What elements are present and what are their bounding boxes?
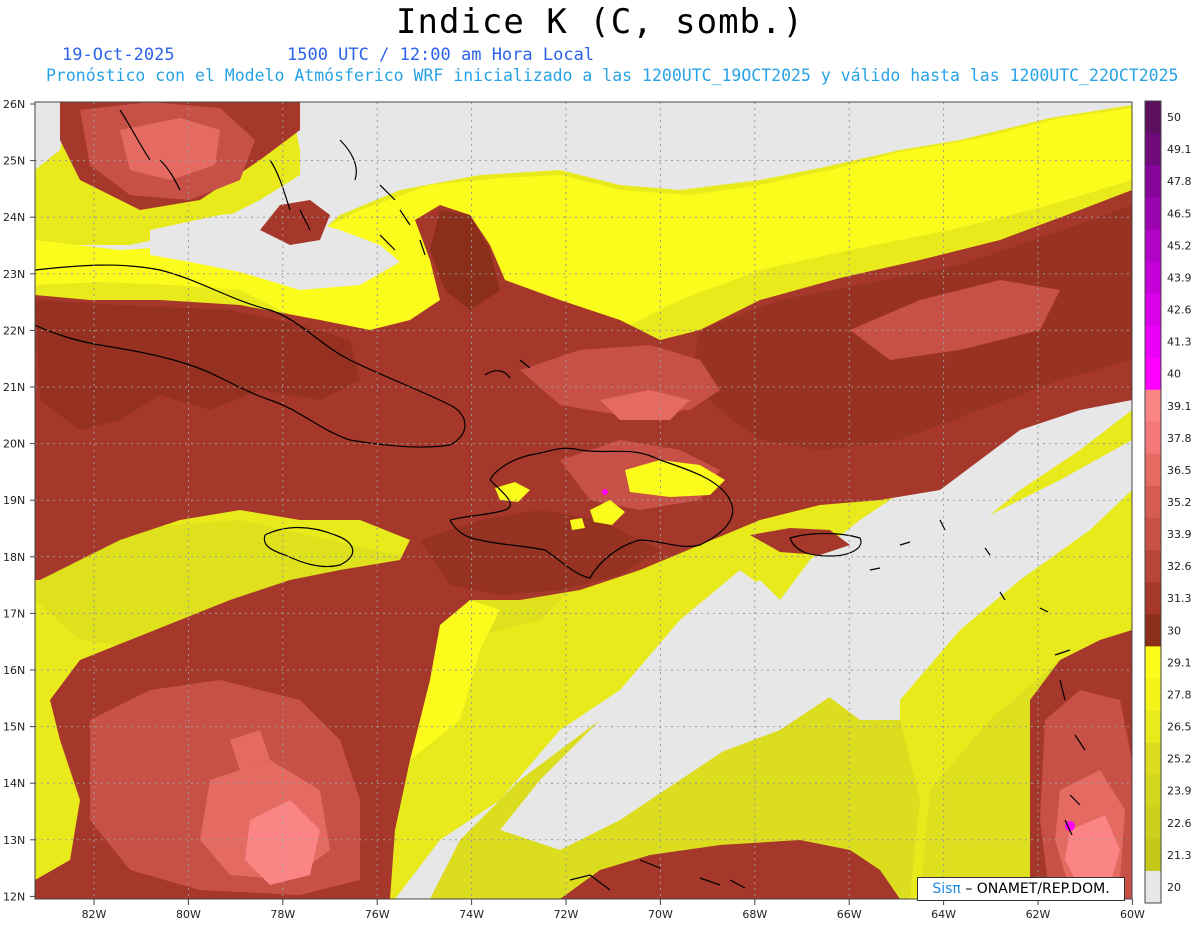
colorbar-swatch [1145,485,1161,519]
field-magenta-spot [602,489,608,495]
longitude-label: 66W [837,908,862,921]
colorbar-swatch [1145,710,1161,744]
latitude-label: 24N [3,211,25,224]
colorbar-label: 40 [1167,368,1181,381]
colorbar-swatch [1145,838,1161,872]
longitude-label: 74W [459,908,484,921]
longitude-label: 68W [742,908,767,921]
colorbar-label: 37.8 [1167,432,1192,445]
latitude-label: 17N [3,607,25,620]
colorbar-swatch [1145,133,1161,166]
colorbar-label: 30 [1167,624,1181,637]
longitude-label: 60W [1120,908,1145,921]
longitude-label: 78W [270,908,295,921]
colorbar: 50 49.1 47.8 46.5 45.2 43.9 42.6 41.3 40 39.1 37.8… [1144,100,1192,904]
longitude-labels: 82W 80W 78W 76W 74W 72W 70W 68W 66W 64W 62W 60W [82,899,1145,921]
colorbar-swatch [1145,614,1161,647]
latitude-labels: 26N 25N 24N 23N 22N 21N 20N 19N 18N 17N 16N 15N 14N 1… [3,98,35,903]
latitude-label: 14N [3,777,25,790]
colorbar-swatch [1145,293,1161,327]
colorbar-label: 32.6 [1167,560,1192,573]
colorbar-label: 43.9 [1167,271,1192,284]
colorbar-swatch [1145,774,1161,808]
colorbar-swatch [1145,389,1161,423]
longitude-label: 70W [648,908,673,921]
colorbar-swatch [1145,101,1161,134]
colorbar-label: 31.3 [1167,592,1192,605]
longitude-label: 64W [931,908,956,921]
colorbar-swatch [1145,678,1161,712]
colorbar-swatch [1145,582,1161,615]
latitude-label: 13N [3,834,25,847]
k-index-map: 26N 25N 24N 23N 22N 21N 20N 19N 18N 17N 16N 15N 14N 1… [3,98,1192,921]
colorbar-label: 27.8 [1167,688,1192,701]
colorbar-label: 50 [1167,111,1181,124]
latitude-label: 18N [3,551,25,564]
colorbar-swatch [1145,261,1161,294]
colorbar-label: 23.9 [1167,785,1192,798]
credit-box: Sisπ – ONAMET/REP.DOM. [917,877,1125,901]
credit-text: – ONAMET/REP.DOM. [965,881,1110,897]
colorbar-swatch [1145,550,1161,583]
colorbar-swatch [1145,197,1161,230]
latitude-label: 20N [3,438,25,451]
colorbar-label: 49.1 [1167,143,1192,156]
map-field [35,102,1132,899]
colorbar-label: 45.2 [1167,239,1192,252]
colorbar-swatch [1145,421,1161,455]
longitude-label: 62W [1026,908,1051,921]
longitude-label: 80W [176,908,201,921]
colorbar-swatch [1145,229,1161,262]
sis-logo: Sisπ [932,881,961,897]
latitude-label: 15N [3,721,25,734]
colorbar-label: 33.9 [1167,528,1192,541]
latitude-label: 21N [3,381,25,394]
colorbar-label: 36.5 [1167,464,1192,477]
latitude-label: 23N [3,268,25,281]
colorbar-label: 21.3 [1167,849,1192,862]
colorbar-swatch [1145,870,1161,904]
colorbar-label: 42.6 [1167,304,1192,317]
longitude-label: 82W [82,908,107,921]
colorbar-swatch [1145,806,1161,840]
colorbar-swatch [1145,357,1161,391]
latitude-label: 26N [3,98,25,111]
colorbar-swatch [1145,742,1161,776]
latitude-label: 22N [3,324,25,337]
latitude-label: 25N [3,155,25,168]
colorbar-label: 35.2 [1167,496,1192,509]
colorbar-label: 29.1 [1167,656,1192,669]
longitude-label: 72W [554,908,579,921]
colorbar-label: 25.2 [1167,753,1192,766]
colorbar-swatch [1145,518,1161,551]
colorbar-swatch [1145,646,1161,679]
colorbar-label: 41.3 [1167,336,1192,349]
latitude-label: 16N [3,664,25,677]
latitude-label: 12N [3,890,25,903]
colorbar-swatch [1145,325,1161,359]
colorbar-label: 20 [1167,881,1181,894]
colorbar-label: 46.5 [1167,207,1192,220]
colorbar-label: 47.8 [1167,175,1192,188]
colorbar-label: 39.1 [1167,400,1192,413]
latitude-label: 19N [3,494,25,507]
colorbar-swatch [1145,165,1161,198]
colorbar-swatch [1145,453,1161,487]
colorbar-label: 22.6 [1167,817,1192,830]
longitude-label: 76W [365,908,390,921]
colorbar-label: 26.5 [1167,721,1192,734]
